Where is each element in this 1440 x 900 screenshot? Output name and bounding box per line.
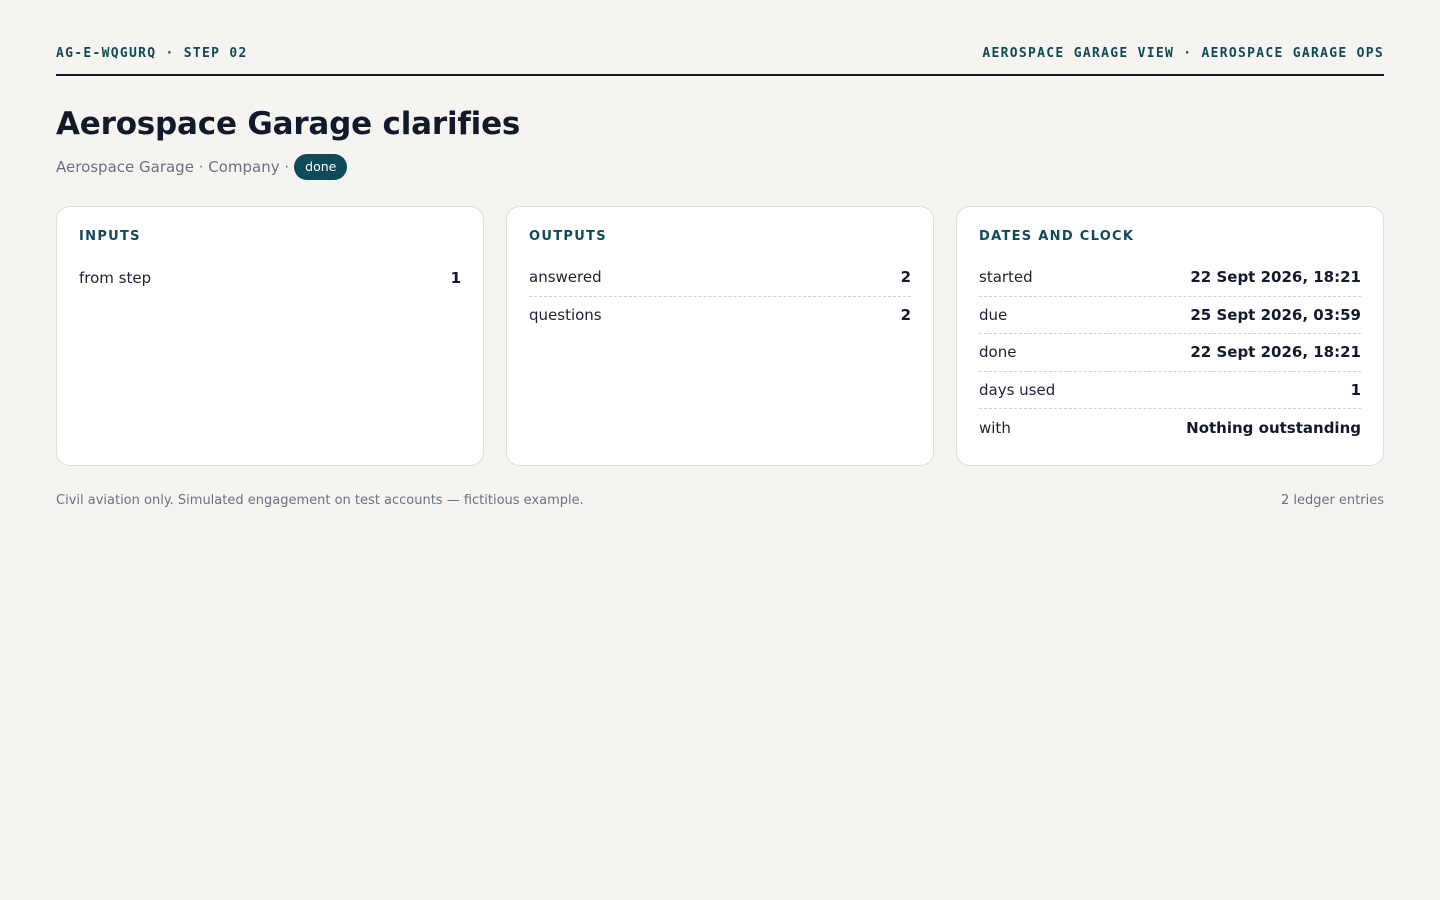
row-label: started — [979, 268, 1033, 287]
row-value: 22 Sept 2026, 18:21 — [1190, 268, 1361, 287]
card-row: done 22 Sept 2026, 18:21 — [979, 334, 1361, 372]
page: AG-E-WQGURQ · STEP 02 AEROSPACE GARAGE V… — [0, 0, 1440, 900]
row-value: 2 — [900, 268, 911, 287]
page-title: Aerospace Garage clarifies — [56, 106, 521, 142]
card-row: started 22 Sept 2026, 18:21 — [979, 259, 1361, 297]
card-title: DATES AND CLOCK — [979, 229, 1135, 244]
card-row: from step 1 — [79, 259, 461, 297]
cards-row: INPUTS from step 1 OUTPUTS answered 2 qu… — [56, 206, 1384, 466]
row-value: 1 — [1350, 380, 1361, 399]
card-title: INPUTS — [79, 229, 141, 244]
inputs-card: INPUTS from step 1 — [56, 206, 484, 466]
dates-card: DATES AND CLOCK started 22 Sept 2026, 18… — [956, 206, 1384, 466]
page-subtitle: Aerospace Garage · Company · done — [56, 154, 348, 180]
row-label: questions — [529, 306, 602, 325]
ledger-count: 2 ledger entries — [1280, 493, 1384, 508]
step-identifier: AG-E-WQGURQ · STEP 02 — [56, 46, 248, 61]
row-value: Nothing outstanding — [1186, 418, 1361, 437]
card-rows: from step 1 — [79, 259, 461, 297]
card-row: answered 2 — [529, 259, 911, 297]
card-row: due 25 Sept 2026, 03:59 — [979, 297, 1361, 334]
footer-note: Civil aviation only. Simulated engagemen… — [56, 493, 584, 508]
card-rows: started 22 Sept 2026, 18:21 due 25 Sept … — [979, 259, 1361, 447]
row-label: done — [979, 343, 1017, 362]
row-label: answered — [529, 268, 602, 287]
row-label: with — [979, 418, 1011, 437]
card-row: days used 1 — [979, 372, 1361, 409]
card-rows: answered 2 questions 2 — [529, 259, 911, 334]
row-value: 22 Sept 2026, 18:21 — [1190, 343, 1361, 362]
row-value: 25 Sept 2026, 03:59 — [1190, 305, 1361, 324]
view-breadcrumb: AEROSPACE GARAGE VIEW · AEROSPACE GARAGE… — [982, 46, 1384, 61]
card-row: questions 2 — [529, 297, 911, 335]
outputs-card: OUTPUTS answered 2 questions 2 — [506, 206, 934, 466]
row-label: from step — [79, 268, 152, 287]
top-bar: AG-E-WQGURQ · STEP 02 AEROSPACE GARAGE V… — [56, 0, 1384, 76]
row-label: due — [979, 305, 1008, 324]
row-value: 2 — [900, 306, 911, 325]
status-badge: done — [294, 154, 348, 180]
subtitle-text: Aerospace Garage · Company · — [56, 158, 290, 176]
row-value: 1 — [450, 268, 461, 287]
row-label: days used — [979, 380, 1056, 399]
card-row: with Nothing outstanding — [979, 409, 1361, 447]
card-title: OUTPUTS — [529, 229, 607, 244]
